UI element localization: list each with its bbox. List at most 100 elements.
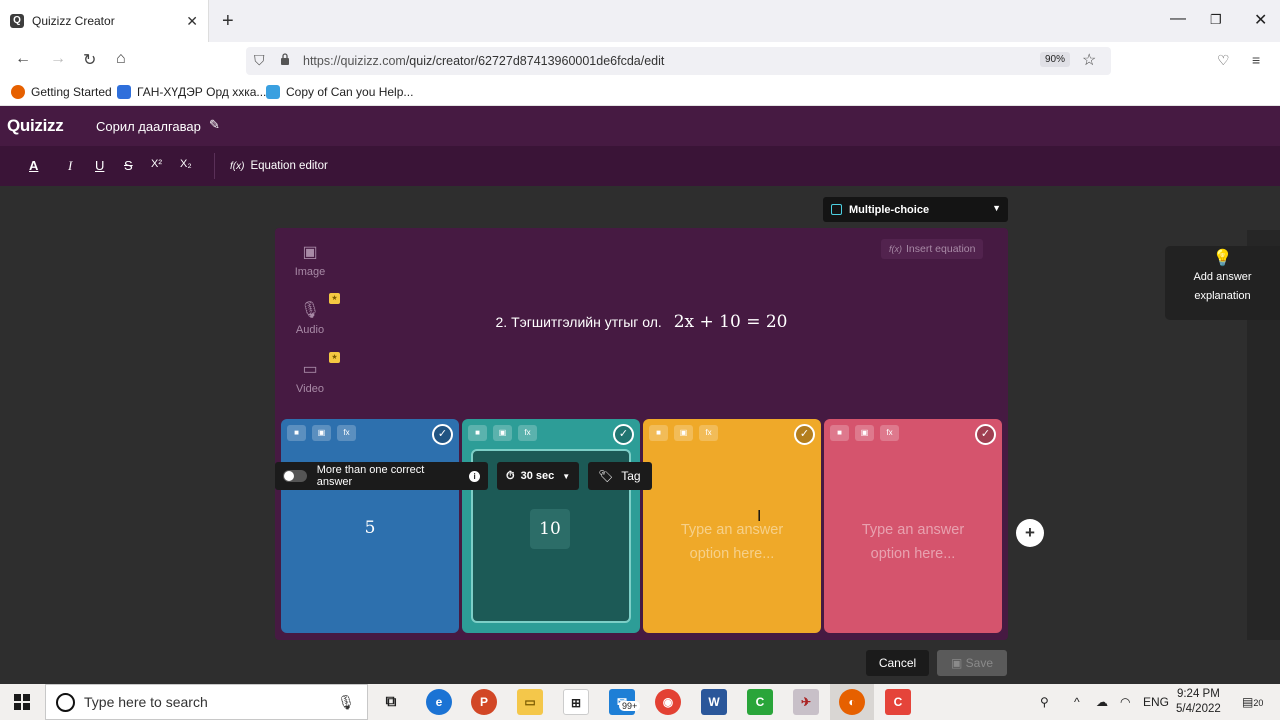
pocket-icon[interactable]: ♡ bbox=[1217, 52, 1230, 69]
new-tab-icon[interactable]: + bbox=[222, 10, 234, 33]
answer-placeholder[interactable]: Type an answer option here... bbox=[824, 518, 1002, 566]
quiz-title[interactable]: Сорил даалгавар bbox=[96, 119, 201, 134]
slides-icon bbox=[266, 85, 280, 99]
answer-option-1[interactable]: ■ ▣ fx ✓ 5 bbox=[281, 419, 459, 633]
zoom-level[interactable]: 90% bbox=[1040, 52, 1071, 67]
add-image-button[interactable]: ▣ Image bbox=[288, 236, 332, 288]
underline-button[interactable]: U bbox=[95, 158, 104, 173]
firefox-icon[interactable]: ◐ bbox=[839, 689, 865, 715]
back-icon[interactable]: ← bbox=[15, 50, 31, 68]
taskbar-clock[interactable]: 9:24 PM 5/4/2022 bbox=[1176, 687, 1221, 717]
image-icon[interactable]: ▣ bbox=[312, 425, 331, 441]
microphone-icon[interactable]: 🎙 bbox=[337, 694, 355, 711]
trash-icon[interactable]: ■ bbox=[468, 425, 487, 441]
answer-option-3[interactable]: ■ ▣ fx ✓ Type an answer option here... bbox=[643, 419, 821, 633]
mark-correct-checkmark-icon[interactable]: ✓ bbox=[975, 424, 996, 445]
notification-count: 20 bbox=[1253, 698, 1264, 708]
menu-icon[interactable]: ≡ bbox=[1252, 52, 1260, 68]
multi-correct-toggle[interactable]: More than one correct answer i bbox=[275, 462, 488, 490]
bookmark-doc[interactable]: ГАН-ХҮДЭР Орд ххка... bbox=[117, 85, 266, 99]
text-color-button[interactable]: A bbox=[29, 158, 38, 173]
chevron-down-icon: ▼ bbox=[562, 471, 571, 481]
function-icon[interactable]: fx bbox=[518, 425, 537, 441]
restore-icon[interactable]: ❐ bbox=[1210, 12, 1222, 28]
file-explorer-icon[interactable]: ▭ bbox=[517, 689, 543, 715]
url-host: https://quizizz.com bbox=[303, 54, 406, 68]
store-icon[interactable]: ⊞ bbox=[563, 689, 589, 715]
lock-icon[interactable] bbox=[280, 53, 290, 65]
powerpoint-icon[interactable]: P bbox=[471, 689, 497, 715]
answer-option-2[interactable]: ■ ▣ fx ✓ 10 bbox=[462, 419, 640, 633]
text-cursor-icon: I bbox=[757, 507, 762, 525]
answer-value[interactable]: 5 bbox=[281, 518, 459, 538]
bookmark-star-icon[interactable]: ☆ bbox=[1082, 50, 1096, 70]
function-icon[interactable]: fx bbox=[880, 425, 899, 441]
quizizz-logo[interactable]: Quizizz bbox=[7, 116, 64, 136]
edge-icon[interactable]: e bbox=[426, 689, 452, 715]
image-icon[interactable]: ▣ bbox=[674, 425, 693, 441]
bookmark-slides[interactable]: Copy of Can you Help... bbox=[266, 85, 413, 99]
mark-correct-checkmark-icon[interactable]: ✓ bbox=[432, 424, 453, 445]
answer-option-4[interactable]: ■ ▣ fx ✓ Type an answer option here... bbox=[824, 419, 1002, 633]
premium-badge-icon: ★ bbox=[329, 293, 340, 304]
taskbar-search-input[interactable]: Type here to search 🎙 bbox=[45, 684, 368, 720]
pencil-icon[interactable]: ✎ bbox=[209, 117, 220, 133]
search-icon bbox=[56, 693, 75, 712]
trash-icon[interactable]: ■ bbox=[287, 425, 306, 441]
cancel-button[interactable]: Cancel bbox=[866, 650, 929, 676]
windows-taskbar: Type here to search 🎙 ⧉ e P ▭ ⊞ ✉ 99+ ◉ … bbox=[0, 684, 1280, 720]
home-icon[interactable]: ⌂ bbox=[116, 50, 126, 68]
trash-icon[interactable]: ■ bbox=[830, 425, 849, 441]
camtasia-icon[interactable]: C bbox=[747, 689, 773, 715]
answer-placeholder[interactable]: Type an answer option here... bbox=[643, 518, 821, 566]
minimize-icon[interactable]: — bbox=[1170, 10, 1186, 28]
question-type-dropdown[interactable]: Multiple-choice ▼ bbox=[823, 197, 1008, 222]
wifi-icon[interactable]: ◠ bbox=[1120, 695, 1130, 709]
close-window-icon[interactable]: ✕ bbox=[1254, 10, 1267, 30]
app-icon[interactable]: ✈ bbox=[793, 689, 819, 715]
forward-icon[interactable]: → bbox=[50, 50, 66, 68]
equation-editor-button[interactable]: f(x) Equation editor bbox=[222, 153, 336, 179]
info-icon[interactable]: i bbox=[469, 470, 480, 482]
quizizz-favicon-icon: Q bbox=[10, 14, 24, 28]
task-view-icon[interactable]: ⧉ bbox=[378, 689, 404, 715]
function-icon[interactable]: fx bbox=[699, 425, 718, 441]
add-video-button[interactable]: ▭ Video ★ bbox=[288, 352, 340, 405]
italic-button[interactable]: I bbox=[68, 158, 72, 174]
browser-tab[interactable]: Q Quizizz Creator ✕ bbox=[0, 0, 209, 42]
insert-equation-button[interactable]: f(x) Insert equation bbox=[881, 239, 984, 259]
language-indicator[interactable]: ENG bbox=[1143, 695, 1169, 709]
add-explanation-button[interactable]: 💡 Add answer explanation bbox=[1165, 246, 1280, 320]
chrome-icon[interactable]: ◉ bbox=[655, 689, 681, 715]
function-icon[interactable]: fx bbox=[337, 425, 356, 441]
camtasia-recorder-icon[interactable]: C bbox=[885, 689, 911, 715]
tag-button[interactable]: 🏷 Tag bbox=[588, 462, 652, 490]
answer-value[interactable]: 10 bbox=[530, 509, 570, 549]
toggle-switch[interactable] bbox=[283, 470, 307, 482]
mark-correct-checkmark-icon[interactable]: ✓ bbox=[794, 424, 815, 445]
timer-dropdown[interactable]: ⏱ 30 sec ▼ bbox=[497, 462, 579, 490]
reload-icon[interactable]: ↻ bbox=[83, 50, 96, 70]
word-icon[interactable]: W bbox=[701, 689, 727, 715]
question-text-input[interactable]: 2. Тэгшитгэлийн утгыг ол. 2x + 10 = 20 bbox=[275, 312, 1008, 332]
superscript-button[interactable]: X² bbox=[151, 158, 162, 170]
url-bar[interactable]: ⛉ https://quizizz.com/quiz/creator/62727… bbox=[246, 47, 1111, 75]
windows-start-icon[interactable] bbox=[14, 694, 30, 710]
image-icon[interactable]: ▣ bbox=[493, 425, 512, 441]
close-tab-icon[interactable]: ✕ bbox=[186, 13, 198, 30]
people-icon[interactable]: ⚲ bbox=[1040, 695, 1049, 709]
chevron-up-icon[interactable]: ^ bbox=[1074, 695, 1080, 709]
save-button[interactable]: ▣ Save bbox=[937, 650, 1007, 676]
mark-correct-checkmark-icon[interactable]: ✓ bbox=[613, 424, 634, 445]
onedrive-icon[interactable]: ☁ bbox=[1096, 695, 1108, 709]
browser-tab-bar: Q Quizizz Creator ✕ + — ❐ ✕ bbox=[0, 0, 1280, 42]
trash-icon[interactable]: ■ bbox=[649, 425, 668, 441]
strikethrough-button[interactable]: S bbox=[124, 158, 133, 173]
add-answer-option-button[interactable]: + bbox=[1016, 519, 1044, 547]
subscript-button[interactable]: X₂ bbox=[180, 158, 192, 170]
bookmark-label: Getting Started bbox=[31, 85, 112, 99]
image-icon[interactable]: ▣ bbox=[855, 425, 874, 441]
notifications-icon[interactable]: ▤20 bbox=[1242, 695, 1263, 709]
bookmark-getting-started[interactable]: Getting Started bbox=[11, 85, 112, 99]
shield-icon[interactable]: ⛉ bbox=[254, 52, 265, 69]
